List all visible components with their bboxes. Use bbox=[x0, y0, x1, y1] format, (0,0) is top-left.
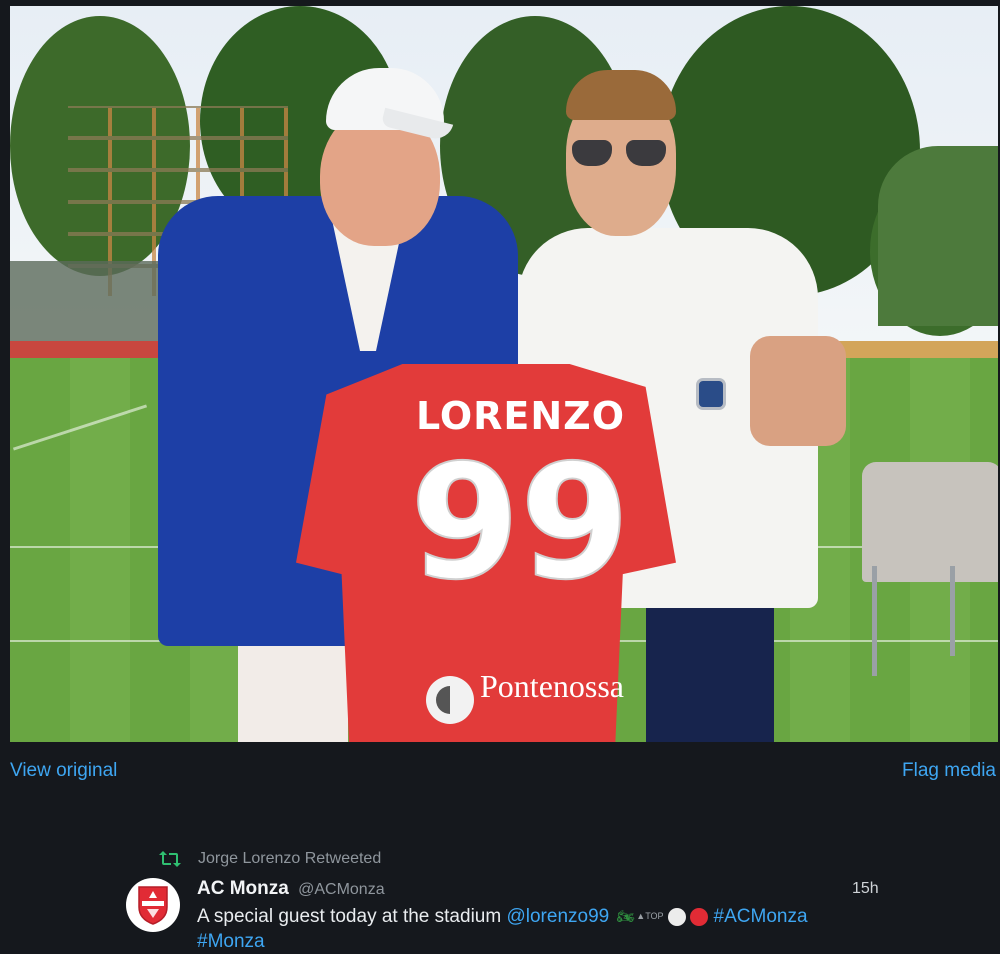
flag-media-link[interactable]: Flag media bbox=[902, 760, 996, 782]
mention-link[interactable]: @lorenzo99 bbox=[506, 906, 609, 927]
retweeted-by-label[interactable]: Jorge Lorenzo Retweeted bbox=[198, 850, 381, 868]
jersey-sponsor: Pontenossa bbox=[480, 668, 624, 704]
top-label: TOP bbox=[645, 911, 664, 922]
tweet-author-handle[interactable]: @ACMonza bbox=[298, 881, 385, 898]
tweet-photo[interactable]: LORENZO 99 Pontenossa bbox=[10, 6, 998, 742]
wristwatch bbox=[696, 378, 726, 410]
tweet-text-prefix: A special guest today at the stadium bbox=[197, 906, 507, 927]
red-circle-icon bbox=[689, 907, 708, 926]
photo-hill bbox=[878, 146, 998, 326]
tweet-author-name[interactable]: AC Monza bbox=[197, 878, 289, 899]
person-left-legs bbox=[238, 636, 348, 742]
tweet-timestamp[interactable]: 15h bbox=[852, 880, 879, 898]
media-viewer: LORENZO 99 Pontenossa View original Flag… bbox=[0, 0, 1000, 954]
retweet-icon bbox=[159, 851, 181, 867]
view-original-link[interactable]: View original bbox=[10, 760, 117, 782]
photo-adboard bbox=[820, 341, 998, 359]
ac-monza-crest-icon bbox=[138, 886, 168, 925]
person-right-legs bbox=[646, 586, 774, 742]
photo-chair bbox=[862, 462, 998, 582]
sponsor-logo-icon bbox=[426, 676, 474, 724]
top-arrow-icon: ▲TOP bbox=[636, 911, 664, 922]
motorbike-icon: 🏍︎ bbox=[616, 908, 635, 925]
hashtag-link[interactable]: #Monza bbox=[197, 931, 265, 952]
person-right-hair bbox=[566, 70, 676, 120]
photo-chair-leg bbox=[872, 566, 877, 676]
tweet-text: A special guest today at the stadium @lo… bbox=[197, 904, 897, 954]
tweet-header: AC Monza @ACMonza bbox=[197, 878, 385, 900]
hashtag-link[interactable]: #ACMonza bbox=[714, 906, 808, 927]
sunglasses bbox=[572, 140, 668, 166]
photo-chair-leg bbox=[950, 566, 955, 656]
person-right-arm bbox=[750, 336, 846, 446]
retweet-context: Jorge Lorenzo Retweeted bbox=[158, 846, 381, 872]
author-avatar[interactable] bbox=[126, 878, 180, 932]
white-circle-icon bbox=[667, 907, 686, 926]
jersey-number: 99 bbox=[409, 431, 631, 615]
photo-adboard bbox=[10, 341, 180, 359]
